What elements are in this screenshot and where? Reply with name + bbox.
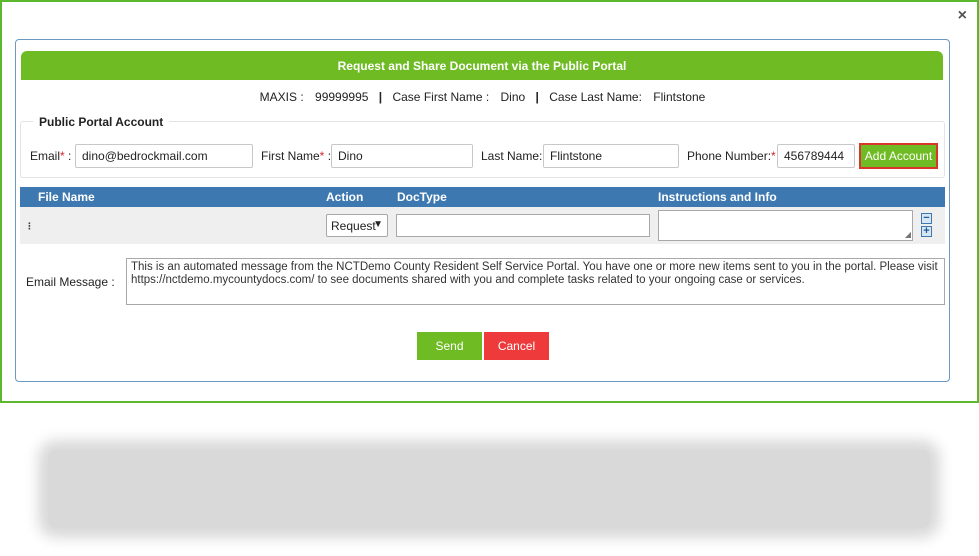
case-last-name-label: Case Last Name: bbox=[549, 90, 642, 104]
column-instructions: Instructions and Info bbox=[658, 190, 777, 204]
request-share-dialog: Request and Share Document via the Publi… bbox=[15, 39, 950, 382]
blurred-background-panel bbox=[48, 450, 930, 528]
email-label-text: Email bbox=[30, 149, 61, 163]
colon: : bbox=[68, 149, 72, 163]
cancel-button[interactable]: Cancel bbox=[484, 332, 549, 360]
modal-frame: × Request and Share Document via the Pub… bbox=[0, 0, 979, 403]
email-label: Email* : bbox=[30, 149, 71, 163]
first-name-field[interactable]: Dino bbox=[331, 144, 473, 168]
phone-field[interactable]: 456789444 bbox=[777, 144, 855, 168]
send-button[interactable]: Send bbox=[417, 332, 482, 360]
close-icon[interactable]: × bbox=[958, 8, 967, 24]
chevron-down-icon: ▼ bbox=[373, 219, 383, 230]
required-mark: * bbox=[60, 149, 65, 163]
first-name-label: First Name* : bbox=[261, 149, 331, 163]
drag-handle-icon[interactable]: ⋮ bbox=[25, 222, 34, 231]
table-row: ⋮ Request ▼ ◢ − + bbox=[20, 207, 945, 244]
public-portal-account-section: Public Portal Account Email* : dino@bedr… bbox=[20, 115, 945, 178]
maxis-label: MAXIS : bbox=[259, 90, 304, 104]
remove-row-button[interactable]: − bbox=[921, 213, 932, 224]
case-info: MAXIS : 99999995 | Case First Name : Din… bbox=[16, 90, 949, 104]
case-first-name-value: Dino bbox=[500, 90, 526, 104]
last-name-field[interactable]: Flintstone bbox=[543, 144, 679, 168]
column-doctype: DocType bbox=[397, 190, 447, 204]
email-message-text: This is an automated message from the NC… bbox=[131, 261, 938, 286]
phone-label-text: Phone Number: bbox=[687, 149, 772, 163]
add-row-button[interactable]: + bbox=[921, 226, 932, 237]
phone-label: Phone Number:* bbox=[687, 149, 776, 163]
email-field[interactable]: dino@bedrockmail.com bbox=[75, 144, 253, 168]
first-name-label-text: First Name bbox=[261, 149, 320, 163]
email-message-label: Email Message : bbox=[26, 275, 115, 289]
required-mark: * bbox=[771, 149, 776, 163]
instructions-textarea[interactable]: ◢ bbox=[658, 210, 913, 241]
action-select[interactable]: Request ▼ bbox=[326, 214, 388, 237]
separator: | bbox=[535, 90, 539, 104]
required-mark: * bbox=[319, 149, 325, 163]
case-first-name-label: Case First Name : bbox=[392, 90, 490, 104]
resize-handle-icon[interactable]: ◢ bbox=[905, 231, 911, 239]
maxis-value: 99999995 bbox=[315, 90, 369, 104]
email-message-textarea[interactable]: This is an automated message from the NC… bbox=[126, 258, 945, 305]
column-file-name: File Name bbox=[38, 190, 95, 204]
last-name-label: Last Name: bbox=[481, 149, 543, 163]
dialog-title: Request and Share Document via the Publi… bbox=[21, 51, 943, 80]
case-last-name-value: Flintstone bbox=[653, 90, 706, 104]
action-select-value: Request bbox=[331, 218, 376, 233]
section-legend: Public Portal Account bbox=[33, 115, 170, 129]
add-account-button[interactable]: Add Account bbox=[859, 143, 938, 169]
separator: | bbox=[378, 90, 383, 104]
column-action: Action bbox=[326, 190, 364, 204]
documents-grid-header: File Name Action DocType Instructions an… bbox=[20, 187, 945, 207]
doctype-input[interactable] bbox=[396, 214, 650, 237]
